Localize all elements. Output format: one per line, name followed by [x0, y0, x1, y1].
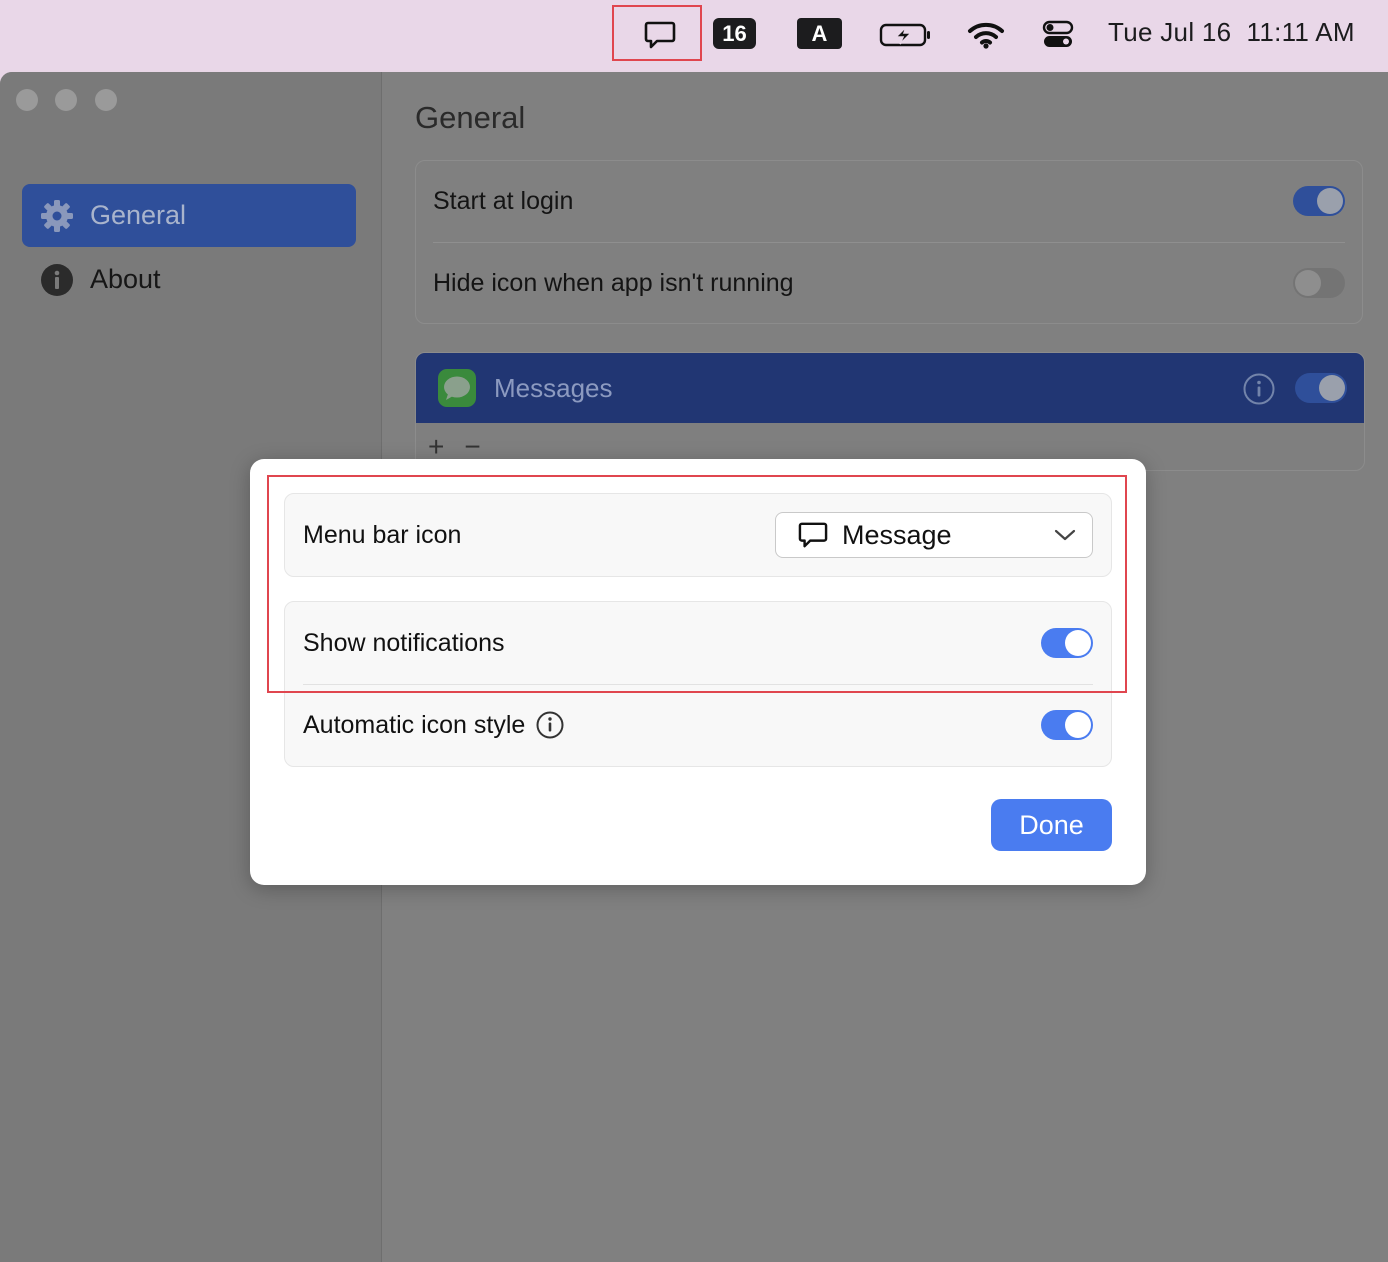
wifi-icon: [968, 22, 1004, 49]
close-window-button[interactable]: [16, 89, 38, 111]
control-center-menubar-item[interactable]: [1040, 0, 1076, 70]
input-source-badge[interactable]: A: [797, 18, 842, 49]
messages-app-label: Messages: [494, 372, 613, 403]
battery-menubar-item[interactable]: [878, 0, 934, 70]
control-center-icon: [1042, 20, 1074, 47]
automatic-icon-style-row: Automatic icon style: [303, 685, 1093, 765]
gear-icon: [41, 199, 73, 232]
notification-settings-group: Show notifications Automatic icon style: [284, 601, 1112, 767]
done-button[interactable]: Done: [991, 799, 1112, 851]
automatic-icon-style-label: Automatic icon style: [303, 710, 526, 739]
menu-bar: 16 A Tue Jul 16 11:11 AM: [0, 0, 1388, 70]
start-at-login-label: Start at login: [433, 186, 574, 215]
message-icon: [644, 21, 676, 49]
start-at-login-row: Start at login: [433, 161, 1345, 241]
messages-toggle[interactable]: [1295, 373, 1347, 403]
hide-icon-toggle[interactable]: [1293, 268, 1345, 298]
battery-charging-icon: [879, 23, 930, 47]
menubar-clock[interactable]: Tue Jul 16 11:11 AM: [1108, 17, 1355, 48]
sidebar-item-about[interactable]: About: [22, 248, 356, 311]
menu-bar-icon-row: Menu bar icon Message: [303, 495, 1093, 575]
show-notifications-row: Show notifications: [303, 603, 1093, 683]
hide-icon-label: Hide icon when app isn't running: [433, 268, 794, 297]
sidebar-item-label: About: [90, 264, 161, 294]
messages-app-row[interactable]: Messages: [416, 353, 1364, 423]
apps-list: Messages + −: [415, 352, 1365, 471]
menu-bar-icon-group: Menu bar icon Message: [284, 493, 1112, 577]
chevron-down-icon: [1054, 529, 1076, 541]
hide-icon-row: Hide icon when app isn't running: [433, 243, 1345, 323]
zoom-window-button[interactable]: [95, 89, 117, 111]
wifi-menubar-item[interactable]: [966, 0, 1006, 70]
sidebar-item-general[interactable]: General: [22, 184, 356, 247]
settings-dialog: Menu bar icon Message Show notifications…: [250, 459, 1146, 885]
page-title: General: [415, 100, 526, 135]
message-icon: [798, 522, 828, 548]
show-notifications-label: Show notifications: [303, 628, 505, 657]
menu-bar-icon-label: Menu bar icon: [303, 520, 462, 549]
automatic-icon-style-text: Automatic icon style: [303, 710, 565, 740]
message-menubar-item[interactable]: [640, 0, 680, 70]
sidebar-item-label: General: [90, 200, 187, 230]
menu-bar-icon-select[interactable]: Message: [775, 512, 1093, 558]
minimize-window-button[interactable]: [55, 89, 77, 111]
automatic-icon-style-toggle[interactable]: [1041, 710, 1093, 740]
info-circle-icon[interactable]: [1242, 372, 1276, 406]
desktop-number-badge[interactable]: 16: [713, 18, 756, 49]
general-settings-group: Start at login Hide icon when app isn't …: [415, 160, 1363, 324]
menu-bar-icon-value: Message: [842, 519, 952, 550]
messages-app-icon: [438, 369, 476, 407]
start-at-login-toggle[interactable]: [1293, 186, 1345, 216]
info-circle-icon[interactable]: [535, 710, 565, 740]
info-icon: [41, 263, 73, 296]
show-notifications-toggle[interactable]: [1041, 628, 1093, 658]
